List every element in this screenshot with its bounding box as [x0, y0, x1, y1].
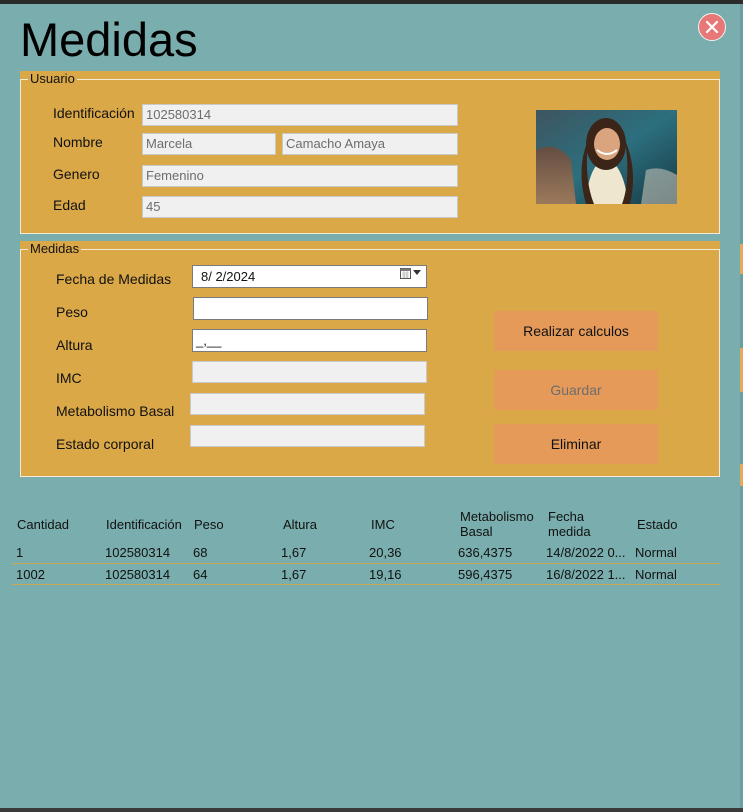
cell-altura: 1,67 — [281, 545, 307, 560]
col-header-estado[interactable]: Estado — [637, 517, 677, 532]
medidas-legend: Medidas — [28, 241, 82, 257]
nombre-field[interactable]: Marcela — [142, 133, 276, 155]
col-header-peso[interactable]: Peso — [194, 517, 224, 532]
cell-identificacion: 102580314 — [105, 567, 171, 582]
edad-field[interactable]: 45 — [142, 196, 458, 218]
metabolismo-label: Metabolismo Basal — [56, 403, 175, 419]
metabolismo-field[interactable] — [190, 393, 425, 415]
page-title: Medidas — [20, 13, 198, 66]
col-header-identificacion[interactable]: Identificación — [106, 517, 182, 532]
col-header-cantidad[interactable]: Cantidad — [17, 517, 69, 532]
altura-input[interactable]: _,__ — [192, 329, 427, 352]
estado-field[interactable] — [190, 425, 425, 447]
fecha-date-picker[interactable]: 8/ 2/2024 — [192, 265, 427, 288]
cell-altura: 1,67 — [281, 567, 307, 582]
imc-label: IMC — [56, 370, 82, 386]
edad-label: Edad — [53, 197, 86, 213]
cell-fecha: 16/8/2022 1... — [546, 567, 626, 582]
identificacion-label: Identificación — [53, 105, 135, 121]
cell-estado: Normal — [635, 545, 677, 560]
col-header-metabolismo-line1: Metabolismo — [460, 509, 534, 524]
nombre-label: Nombre — [53, 134, 103, 150]
close-icon — [705, 20, 719, 34]
cell-metabolismo: 596,4375 — [458, 567, 513, 582]
identificacion-field[interactable]: 102580314 — [142, 104, 458, 126]
chevron-down-icon[interactable] — [413, 270, 421, 276]
cell-peso: 68 — [193, 545, 208, 560]
col-header-fecha[interactable]: Fecha medida — [548, 509, 591, 539]
window-bottom-border — [0, 808, 743, 812]
close-button[interactable] — [698, 13, 726, 41]
calendar-icon[interactable] — [400, 267, 411, 279]
col-header-metabolismo[interactable]: Metabolismo Basal — [460, 509, 534, 539]
col-header-imc[interactable]: IMC — [371, 517, 395, 532]
user-photo — [536, 110, 677, 204]
guardar-button[interactable]: Guardar — [494, 370, 658, 410]
usuario-legend: Usuario — [28, 71, 77, 87]
apellidos-field[interactable]: Camacho Amaya — [282, 133, 458, 155]
cell-metabolismo: 636,4375 — [458, 545, 513, 560]
genero-label: Genero — [53, 166, 100, 182]
row-divider — [12, 584, 720, 585]
cell-estado: Normal — [635, 567, 677, 582]
window-top-border — [0, 0, 743, 4]
peso-label: Peso — [56, 304, 88, 320]
cell-cantidad: 1002 — [16, 567, 45, 582]
row-divider — [12, 563, 720, 564]
peso-input[interactable] — [193, 297, 428, 320]
col-header-altura[interactable]: Altura — [283, 517, 317, 532]
cell-imc: 19,16 — [369, 567, 402, 582]
genero-field[interactable]: Femenino — [142, 165, 458, 187]
cell-imc: 20,36 — [369, 545, 402, 560]
cell-peso: 64 — [193, 567, 208, 582]
cell-fecha: 14/8/2022 0... — [546, 545, 626, 560]
col-header-metabolismo-line2: Basal — [460, 524, 493, 539]
fecha-label: Fecha de Medidas — [56, 271, 172, 287]
cell-cantidad: 1 — [16, 545, 24, 560]
cell-identificacion: 102580314 — [105, 545, 171, 560]
realizar-calculos-button[interactable]: Realizar calculos — [494, 311, 658, 351]
fecha-value: 8/ 2/2024 — [201, 269, 256, 284]
col-header-fecha-line1: Fecha — [548, 509, 585, 524]
eliminar-button[interactable]: Eliminar — [494, 424, 658, 464]
col-header-fecha-line2: medida — [548, 524, 591, 539]
imc-field[interactable] — [192, 361, 427, 383]
altura-label: Altura — [56, 337, 93, 353]
estado-label: Estado corporal — [56, 436, 155, 452]
